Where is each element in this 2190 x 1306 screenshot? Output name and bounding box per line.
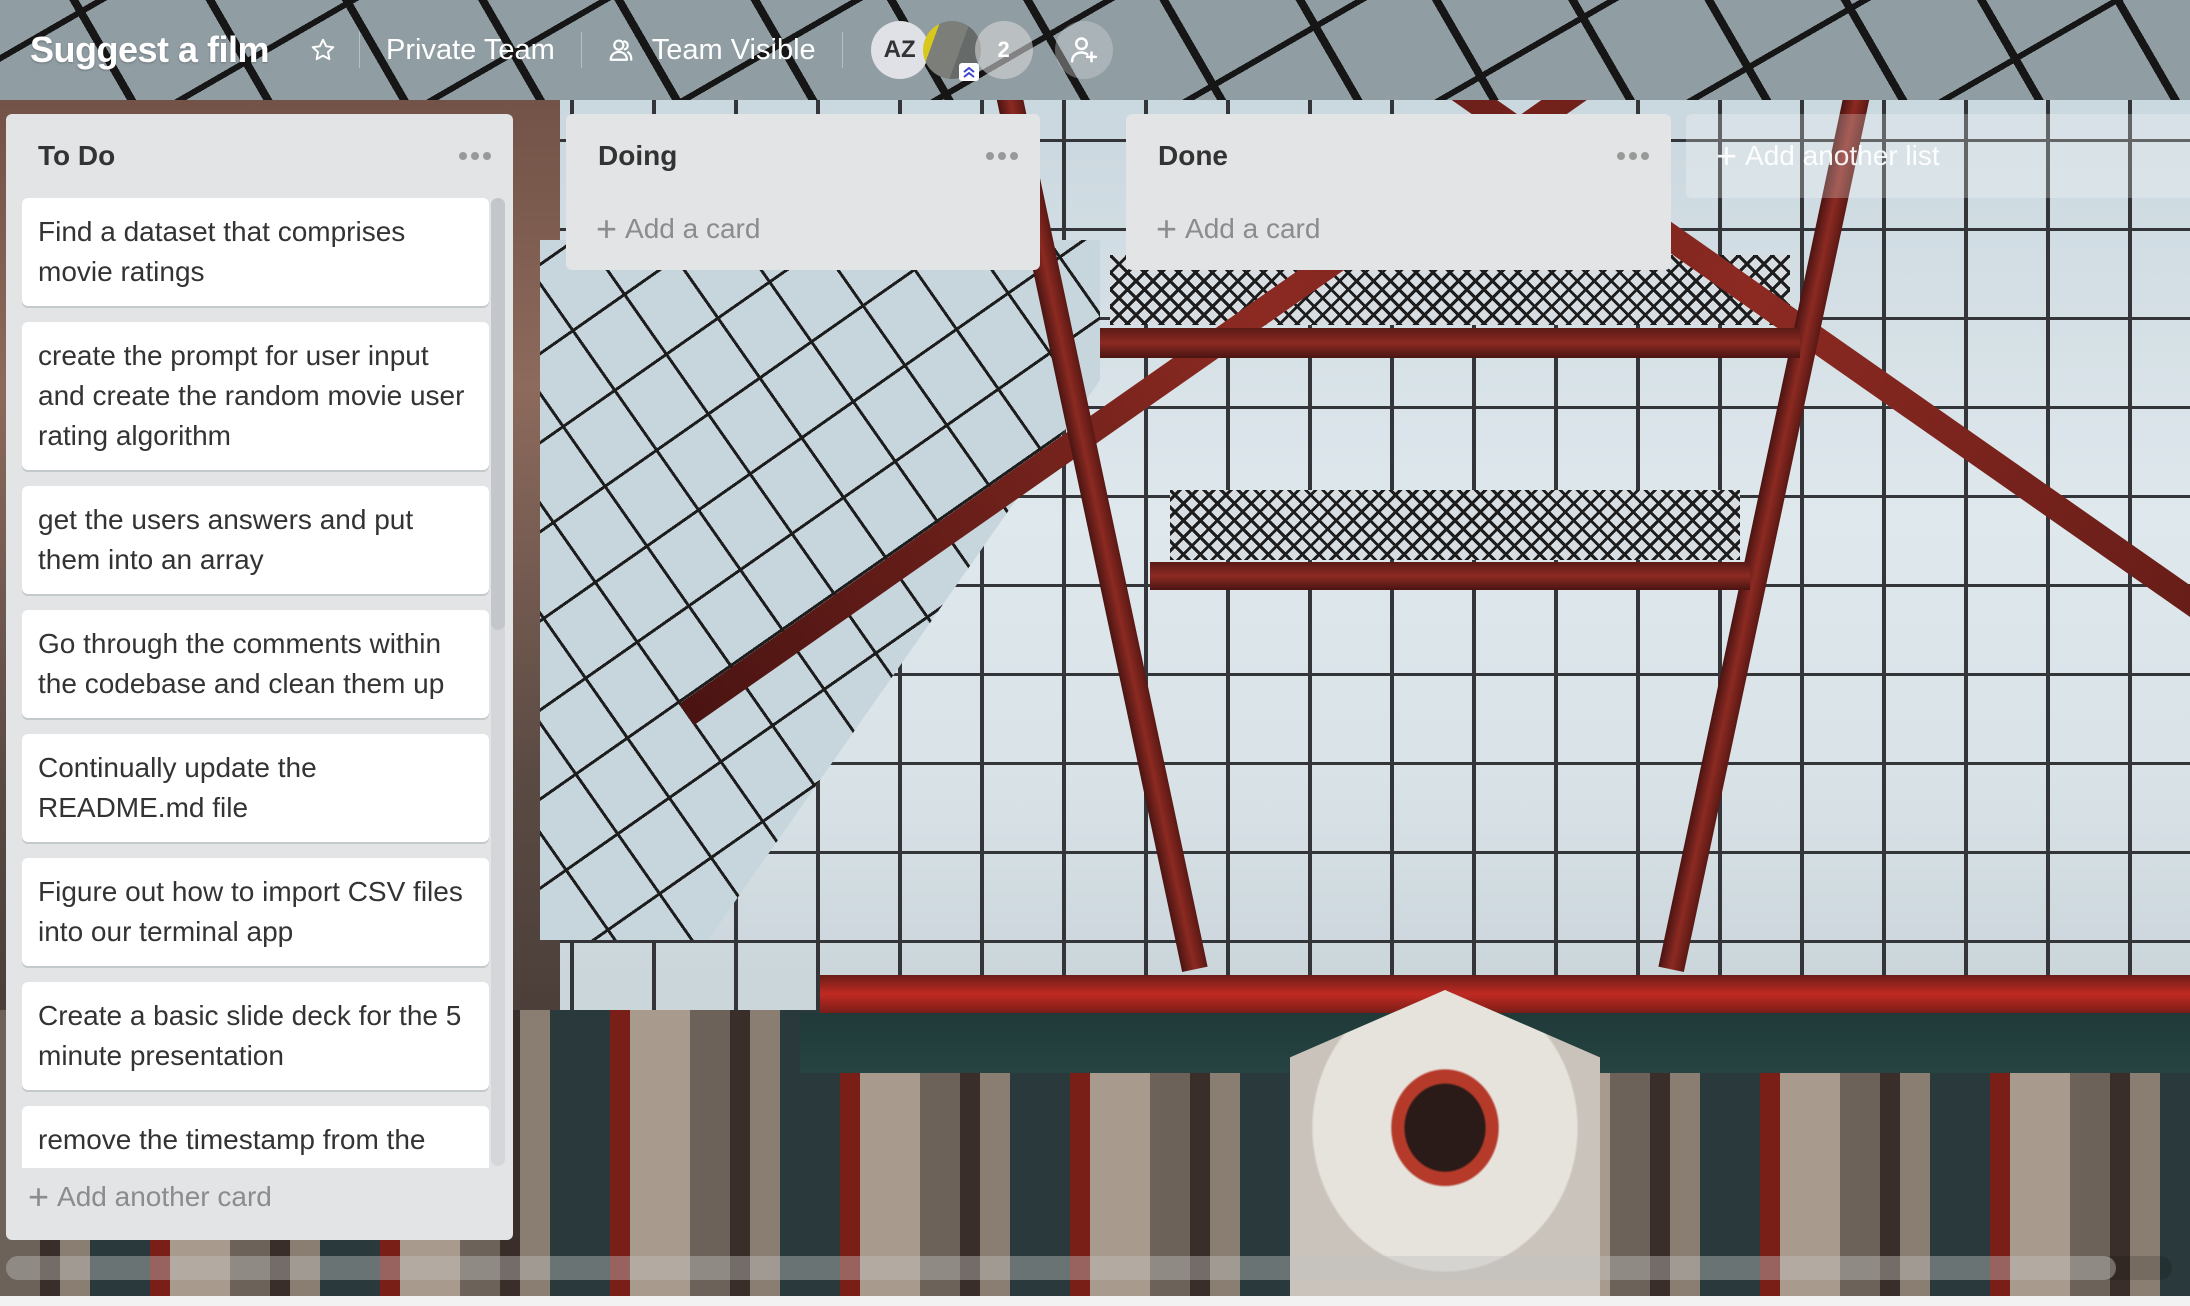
visibility-label: Team Visible [651, 33, 816, 66]
board-scrollbar-thumb[interactable] [6, 1256, 2116, 1280]
list-header: Doing [566, 114, 1040, 198]
list-menu-button[interactable] [984, 142, 1020, 170]
avatar-initials: AZ [883, 36, 916, 63]
card[interactable]: Go through the comments within the codeb… [22, 610, 489, 718]
add-member-button[interactable] [1054, 21, 1113, 79]
ellipsis-icon [986, 152, 994, 160]
star-outline-icon [311, 38, 335, 61]
list-to-do: To Do Find a dataset that comprises movi… [6, 114, 513, 1240]
list-header: Done [1126, 114, 1671, 198]
board-members: AZ 2 [870, 21, 1113, 81]
visibility-button[interactable]: Team Visible [594, 26, 830, 74]
ellipsis-icon [483, 152, 491, 160]
plus-icon: + [28, 1176, 50, 1217]
list-done: Done + Add a card [1126, 114, 1671, 270]
plus-icon: + [1156, 208, 1178, 249]
list-scrollbar-thumb[interactable] [491, 198, 505, 630]
add-card-label: Add a card [1185, 213, 1321, 244]
window-bottom-edge [0, 1296, 2190, 1306]
add-card-button[interactable]: + Add a card [590, 202, 766, 256]
header-divider [359, 32, 361, 68]
ellipsis-icon [998, 152, 1006, 160]
ellipsis-icon [471, 152, 479, 160]
list-scrollbar[interactable] [491, 198, 505, 1166]
card[interactable]: Find a dataset that comprises movie rati… [22, 198, 489, 306]
team-label: Private Team [386, 33, 555, 66]
card[interactable]: create the prompt for user input and cre… [22, 322, 489, 470]
background-lattice [1170, 490, 1740, 560]
ellipsis-icon [1641, 152, 1649, 160]
list-header: To Do [6, 114, 513, 198]
board-header: Suggest a film Private Team Team Visible… [0, 0, 2190, 100]
plus-icon: + [596, 208, 618, 249]
list-menu-button[interactable] [457, 142, 493, 170]
background-beam [820, 975, 2190, 1013]
board-scrollbar[interactable] [6, 1256, 2172, 1280]
add-list-button[interactable]: + Add another list [1686, 114, 2190, 198]
header-divider [841, 32, 843, 68]
add-list-label: Add another list [1745, 140, 1940, 171]
ellipsis-icon [1617, 152, 1625, 160]
add-card-label: Add another card [57, 1181, 272, 1212]
add-card-button[interactable]: + Add another card [22, 1170, 278, 1224]
ellipsis-icon [1629, 152, 1637, 160]
admin-chevron-icon [958, 63, 979, 81]
avatar[interactable] [922, 21, 981, 81]
ellipsis-icon [459, 152, 467, 160]
list-menu-button[interactable] [1615, 142, 1651, 170]
card[interactable]: Continually update the README.md file [22, 734, 489, 842]
more-members-button[interactable]: 2 [974, 21, 1033, 79]
list-title[interactable]: To Do [38, 140, 115, 172]
team-button[interactable]: Private Team [372, 26, 569, 74]
add-card-button[interactable]: + Add a card [1150, 202, 1326, 256]
card[interactable]: Figure out how to import CSV files into … [22, 858, 489, 966]
avatar[interactable]: AZ [870, 21, 929, 79]
list-title[interactable]: Doing [598, 140, 677, 172]
card[interactable]: get the users answers and put them into … [22, 486, 489, 594]
add-card-label: Add a card [625, 213, 761, 244]
star-button[interactable] [299, 26, 347, 74]
board-title[interactable]: Suggest a film [26, 23, 273, 77]
more-members-count: 2 [997, 37, 1010, 62]
team-icon [609, 39, 633, 61]
card[interactable]: remove the timestamp from the end of the… [22, 1106, 489, 1168]
plus-icon: + [1716, 135, 1738, 176]
list-doing: Doing + Add a card [566, 114, 1040, 270]
card-list: Find a dataset that comprises movie rati… [22, 198, 489, 1168]
ellipsis-icon [1010, 152, 1018, 160]
card[interactable]: Create a basic slide deck for the 5 minu… [22, 982, 489, 1090]
add-member-icon [1070, 37, 1097, 63]
background-beam [1100, 328, 1800, 358]
background-beam [1150, 562, 1750, 590]
header-divider [580, 32, 582, 68]
list-title[interactable]: Done [1158, 140, 1228, 172]
